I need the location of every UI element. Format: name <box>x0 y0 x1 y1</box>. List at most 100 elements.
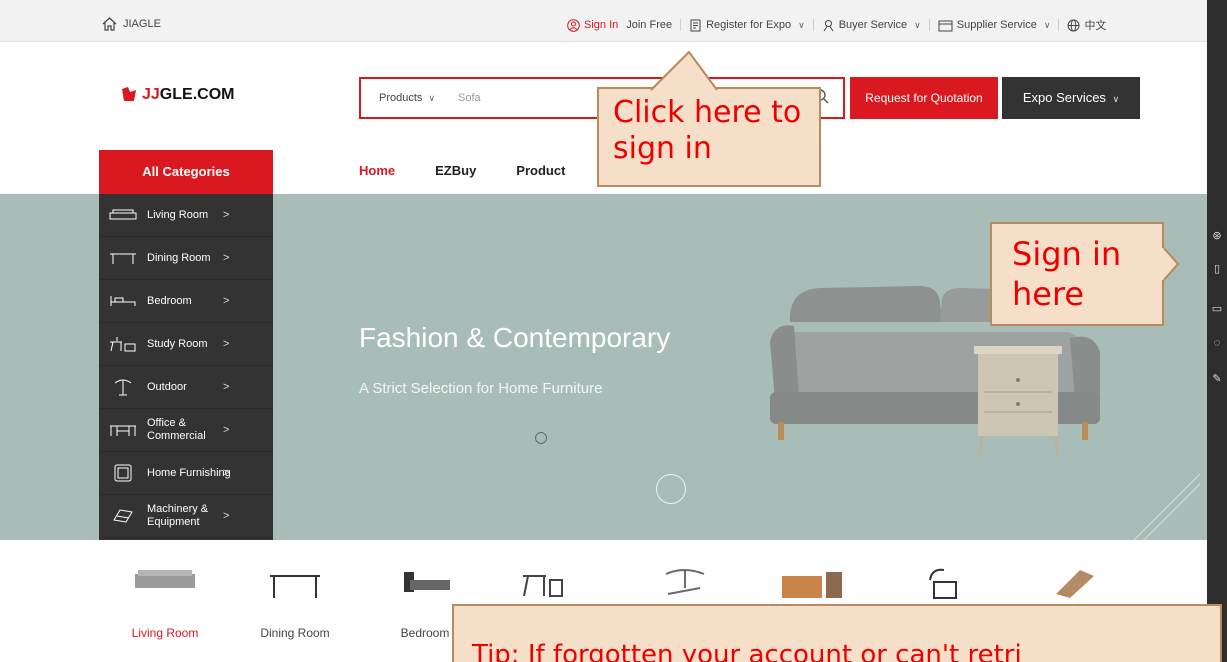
sidebar-item-machinery-equipment[interactable]: Machinery & Equipment > <box>99 495 273 538</box>
study-desk-icon[interactable] <box>518 568 568 598</box>
register-expo-label: Register for Expo <box>706 19 792 31</box>
supplier-service-label: Supplier Service <box>956 19 1037 31</box>
callout-text: Tip: If forgotten your account or can't … <box>472 640 1022 662</box>
picture-frame-icon[interactable] <box>920 566 970 600</box>
tab-home[interactable]: Home <box>359 163 395 178</box>
umbrella-icon <box>114 379 132 396</box>
callout-text: Sign in here <box>1012 235 1122 313</box>
office-desk-icon <box>110 425 136 436</box>
buyer-icon <box>823 19 834 31</box>
supplier-service-menu[interactable]: Supplier Service ∨ <box>938 19 1051 32</box>
all-categories-button[interactable]: All Categories <box>99 150 273 194</box>
material-samples-icon[interactable] <box>1050 566 1100 600</box>
office-desk-icon[interactable] <box>778 568 848 602</box>
user-icon[interactable]: ⊛ <box>1210 229 1224 243</box>
chat-icon[interactable]: ◌ <box>1210 336 1224 350</box>
pen-icon[interactable]: ✎ <box>1210 372 1224 386</box>
sidebar-item-outdoor[interactable]: Outdoor > <box>99 366 273 409</box>
sign-in-link[interactable]: Sign In <box>567 18 619 32</box>
frame-icon <box>114 464 132 482</box>
divider <box>812 19 814 31</box>
top-links: Sign In Join Free Register for Expo ∨ Bu… <box>567 17 1106 33</box>
bed-icon <box>110 296 136 306</box>
buyer-service-menu[interactable]: Buyer Service ∨ <box>822 19 921 32</box>
phone-icon[interactable]: ▯ <box>1210 262 1224 276</box>
sidebar-item-office-commercial[interactable]: Office & Commercial > <box>99 409 273 452</box>
search-category-label: Products <box>379 92 423 104</box>
bottom-category-living-room[interactable]: Living Room <box>110 566 220 640</box>
logo-text-suffix: GLE.COM <box>159 86 235 103</box>
site-logo[interactable]: JJGLE.COM <box>120 86 234 104</box>
home-icon <box>102 17 117 31</box>
chevron-right-icon: > <box>223 381 230 393</box>
request-quotation-button[interactable]: Request for Quotation <box>850 77 998 119</box>
bottom-category-bedroom[interactable]: Bedroom <box>370 566 480 640</box>
divider <box>1058 19 1060 31</box>
document-icon <box>690 19 701 31</box>
top-bar: JIAGLE Sign In Join Free Register for Ex… <box>0 0 1207 42</box>
signin-callout-top: Click here to sign in <box>597 51 821 187</box>
machinery-icon <box>113 509 133 523</box>
carousel-dot[interactable] <box>535 432 547 444</box>
globe-icon <box>1067 19 1080 31</box>
expo-services-label: Expo Services <box>1022 90 1106 105</box>
callout-pointer <box>650 51 718 91</box>
desk-icon <box>110 337 136 352</box>
callout-pointer <box>1162 245 1180 283</box>
bottom-category-dining-room[interactable]: Dining Room <box>240 566 350 640</box>
right-toolbar: ⊛ ▯ ▭ ◌ ✎ <box>1207 0 1227 662</box>
chevron-right-icon: > <box>223 338 230 350</box>
chevron-right-icon: > <box>223 252 230 264</box>
tab-ezbuy[interactable]: EZBuy <box>435 163 476 178</box>
sofa-icon <box>135 570 195 588</box>
category-menu: Living Room > Dining Room > Bedroom > Study… <box>99 194 273 540</box>
chevron-right-icon: > <box>223 510 230 522</box>
language-switch[interactable]: 中文 <box>1067 17 1106 33</box>
home-label: JIAGLE <box>123 18 161 30</box>
sidebar-item-home-furnishing[interactable]: Home Furnishing > <box>99 452 273 495</box>
bed-icon <box>404 572 450 592</box>
expo-services-button[interactable]: Expo Services ∨ <box>1002 77 1140 119</box>
search-input[interactable]: Sofa <box>458 92 481 104</box>
decorative-lines <box>1133 474 1200 540</box>
signin-callout-side: Sign in here <box>990 222 1180 326</box>
sign-in-label: Sign In <box>584 19 619 31</box>
carousel-ring <box>656 474 686 504</box>
logo-text-prefix: JJ <box>142 86 160 103</box>
outdoor-lounger-icon[interactable] <box>660 566 710 600</box>
callout-text: Click here to sign in <box>613 95 802 166</box>
monitor-icon[interactable]: ▭ <box>1210 302 1224 316</box>
buyer-service-label: Buyer Service <box>838 19 908 31</box>
sidebar-item-bedroom[interactable]: Bedroom > <box>99 280 273 323</box>
tip-callout: Tip: If forgotten your account or can't … <box>452 604 1222 662</box>
chevron-down-icon: ∨ <box>1112 94 1120 104</box>
sidebar-item-dining-room[interactable]: Dining Room > <box>99 237 273 280</box>
chevron-right-icon: > <box>223 295 230 307</box>
search-category-select[interactable]: Products ∨ <box>379 92 435 104</box>
chevron-down-icon: ∨ <box>428 93 436 103</box>
divider <box>928 19 930 31</box>
join-free-label: Join Free <box>626 19 673 31</box>
dining-table-icon <box>270 575 320 598</box>
sidebar-item-living-room[interactable]: Living Room > <box>99 194 273 237</box>
sidebar-item-study-room[interactable]: Study Room > <box>99 323 273 366</box>
chevron-down-icon: ∨ <box>798 19 805 30</box>
language-label: 中文 <box>1084 20 1107 32</box>
join-free-link[interactable]: Join Free <box>626 19 672 31</box>
user-icon <box>567 18 580 32</box>
chevron-down-icon: ∨ <box>1043 19 1051 30</box>
main-nav: Home EZBuy Product <box>359 163 565 178</box>
banner-subtitle: A Strict Selection for Home Furniture <box>359 380 603 397</box>
divider <box>680 19 682 31</box>
chevron-down-icon: ∨ <box>914 19 921 30</box>
dining-table-icon <box>110 253 136 264</box>
banner-title: Fashion & Contemporary <box>359 322 671 353</box>
chevron-right-icon: > <box>223 424 230 436</box>
bottom-category-label: Living Room <box>131 626 199 640</box>
register-expo-menu[interactable]: Register for Expo ∨ <box>689 19 805 32</box>
bottom-category-label: Dining Room <box>260 626 330 640</box>
store-icon <box>938 20 953 31</box>
tab-product[interactable]: Product <box>516 163 565 178</box>
chevron-right-icon: > <box>223 209 230 221</box>
home-link[interactable]: JIAGLE <box>102 17 161 31</box>
